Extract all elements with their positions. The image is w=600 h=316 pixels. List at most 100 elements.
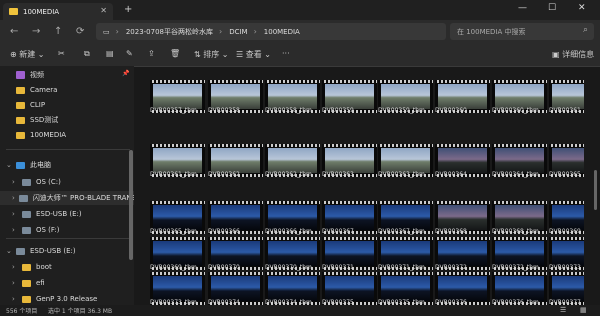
breadcrumb-item[interactable]: DCIM <box>229 28 247 36</box>
address-bar: ← → ↑ ⟳ ▭ › 2023-0708平谷两松岭水库 › DCIM › 10… <box>0 20 600 44</box>
folder-icon <box>9 8 18 15</box>
file-name: DVR00362_thm <box>265 171 312 178</box>
maximize-button[interactable]: ☐ <box>548 3 556 13</box>
tab-close-icon[interactable]: ✕ <box>100 6 107 15</box>
sidebar-item-label: OS (C:) <box>36 178 61 186</box>
file-name: DVR00365 <box>549 171 581 178</box>
sidebar-item-drive-c[interactable]: › OS (C:) <box>12 175 61 189</box>
details-label: 详细信息 <box>562 50 595 59</box>
sidebar-item-label: boot <box>36 263 52 271</box>
drive-icon <box>22 226 31 234</box>
search-input[interactable]: 在 100MEDIA 中搜索 ⌕ <box>450 23 594 40</box>
chevron-right-icon[interactable]: › <box>12 178 18 186</box>
copy-icon[interactable]: ⧉ <box>84 49 90 59</box>
new-button[interactable]: ⊕ 新建 ⌄ <box>10 49 45 60</box>
minimize-button[interactable]: — <box>518 3 527 13</box>
file-name: DVR00361_thm <box>150 171 197 178</box>
share-icon[interactable]: ⇪ <box>148 49 155 58</box>
sidebar-item-100media[interactable]: 100MEDIA <box>16 128 66 142</box>
sidebar-item-label: 视频 <box>30 71 44 79</box>
file-name: DVR00366_thm <box>265 228 312 235</box>
computer-icon[interactable]: ▭ <box>103 28 110 36</box>
file-name: DVR00373 <box>549 264 581 271</box>
sidebar-item-boot[interactable]: › boot <box>12 260 52 274</box>
sidebar-item-this-pc[interactable]: ⌄ 此电脑 <box>6 158 51 172</box>
item-count: 556 个项目 <box>6 308 38 315</box>
sidebar-item-label: Camera <box>30 86 58 94</box>
delete-icon[interactable]: 🗑 <box>170 49 180 58</box>
drive-icon <box>18 194 28 202</box>
thumbnail-view-icon[interactable]: ▦ <box>580 306 587 314</box>
sidebar-item-esd-usb-e[interactable]: › ESD-USB (E:) <box>12 207 82 221</box>
video-icon <box>16 71 25 79</box>
paste-icon[interactable]: ▤ <box>106 49 114 58</box>
breadcrumb-item[interactable]: 100MEDIA <box>264 28 300 36</box>
selection-info: 选中 1 个项目 36.3 MB <box>48 308 113 315</box>
file-name: DVR00358 <box>208 107 240 114</box>
pin-icon[interactable]: 📌 <box>122 70 129 77</box>
chevron-right-icon[interactable]: › <box>12 295 18 303</box>
sidebar-item-label: 100MEDIA <box>30 131 67 139</box>
sidebar-item-ssd-test[interactable]: SSD测试 <box>16 113 58 127</box>
breadcrumb[interactable]: ▭ › 2023-0708平谷两松岭水库 › DCIM › 100MEDIA <box>96 23 446 40</box>
divider <box>6 149 130 150</box>
drive-icon <box>22 178 31 186</box>
sidebar-item-efi[interactable]: › efi <box>12 276 45 290</box>
chevron-down-icon[interactable]: ⌄ <box>6 247 12 255</box>
file-name: DVR00368_thm <box>492 228 539 235</box>
list-view-icon[interactable]: ☰ <box>560 306 566 314</box>
back-icon[interactable]: ← <box>10 26 18 37</box>
close-button[interactable]: ✕ <box>578 3 586 13</box>
chevron-right-icon[interactable]: › <box>12 279 18 287</box>
file-name: DVR00369 <box>549 228 581 235</box>
rename-icon[interactable]: ✎ <box>126 49 133 58</box>
command-bar: ⊕ 新建 ⌄ ✂ ⧉ ▤ ✎ ⇪ 🗑 ⇅ 排序 ⌄ ☰ 查看 ⌄ ··· ▣ 详… <box>0 44 600 67</box>
sidebar-item-label: SSD测试 <box>30 116 59 124</box>
sidebar-item-videos[interactable]: 视频 <box>16 68 44 82</box>
status-bar: 556 个项目 选中 1 个项目 36.3 MB ☰ ▦ <box>0 305 600 316</box>
chevron-right-icon: › <box>253 27 257 36</box>
sidebar-scrollbar[interactable] <box>129 150 133 260</box>
chevron-right-icon: › <box>115 27 119 36</box>
tab-100media[interactable]: 100MEDIA ✕ <box>3 3 113 20</box>
file-name: DVR00362 <box>208 171 240 178</box>
forward-icon[interactable]: → <box>32 26 40 37</box>
new-label: 新建 <box>19 50 36 59</box>
chevron-right-icon[interactable]: › <box>12 226 18 234</box>
refresh-icon[interactable]: ⟳ <box>76 26 84 37</box>
cut-icon[interactable]: ✂ <box>58 49 65 58</box>
sidebar-item-camera[interactable]: Camera <box>16 83 57 97</box>
sidebar-item-esd-usb[interactable]: ⌄ ESD-USB (E:) <box>6 244 76 258</box>
file-name: DVR00360 <box>435 107 467 114</box>
sidebar-item-genp[interactable]: › GenP 3.0 Release <box>12 292 97 305</box>
view-label: 查看 <box>245 50 262 59</box>
sidebar-item-drive-f[interactable]: › OS (F:) <box>12 223 59 237</box>
chevron-right-icon[interactable]: › <box>12 194 15 202</box>
folder-icon <box>16 101 25 109</box>
file-name: DVR00372_thm <box>492 264 539 271</box>
sidebar-item-clip[interactable]: CLIP <box>16 98 45 112</box>
folder-icon <box>22 279 31 287</box>
sidebar-item-sandisk[interactable]: › 闪迪大师™ PRO-BLADE TRANSPORT 2 <box>0 191 134 205</box>
sidebar-item-label: CLIP <box>30 101 46 109</box>
new-tab-button[interactable]: + <box>124 4 132 15</box>
breadcrumb-item[interactable]: 2023-0708平谷两松岭水库 <box>126 27 213 37</box>
chevron-down-icon[interactable]: ⌄ <box>6 161 12 169</box>
chevron-right-icon[interactable]: › <box>12 210 18 218</box>
sidebar-item-label: OS (F:) <box>36 226 60 234</box>
details-button[interactable]: ▣ 详细信息 <box>552 49 594 60</box>
drive-icon <box>16 247 25 255</box>
chevron-right-icon[interactable]: › <box>12 263 18 271</box>
file-name: DVR00358_thm <box>265 107 312 114</box>
sidebar-item-label: 闪迪大师™ PRO-BLADE TRANSPORT 2 <box>32 194 134 202</box>
tab-title: 100MEDIA <box>23 7 60 16</box>
file-name: DVR00367_thm <box>378 228 425 235</box>
more-button[interactable]: ··· <box>282 49 290 58</box>
content-scrollbar[interactable] <box>594 170 597 210</box>
view-button[interactable]: ☰ 查看 ⌄ <box>236 49 271 60</box>
sort-button[interactable]: ⇅ 排序 ⌄ <box>194 49 229 60</box>
folder-icon <box>16 116 25 124</box>
navigation-pane: 视频 📌 Camera CLIP SSD测试 100MEDIA ⌄ 此电脑 › OS… <box>0 66 134 305</box>
up-icon[interactable]: ↑ <box>54 26 62 37</box>
file-name: DVR00370 <box>208 264 240 271</box>
